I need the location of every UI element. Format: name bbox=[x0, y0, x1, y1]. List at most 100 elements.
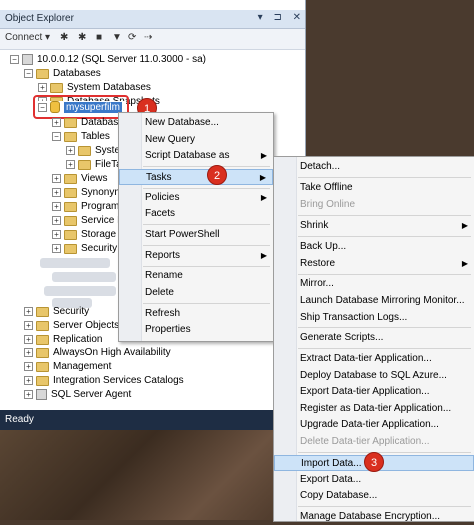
tree-node-integration-services[interactable]: + Integration Services Catalogs bbox=[24, 375, 184, 389]
tree-node-sql-server-agent[interactable]: + SQL Server Agent bbox=[24, 389, 131, 403]
menu-item-new-query[interactable]: New Query bbox=[119, 132, 273, 148]
tree-node-service-broker[interactable]: + Service B bbox=[52, 215, 124, 229]
tree-node-synonyms[interactable]: + Synonym bbox=[52, 187, 123, 201]
menu-item-properties[interactable]: Properties bbox=[119, 322, 273, 338]
tree-node-server-objects[interactable]: + Server Objects bbox=[24, 320, 119, 334]
status-text: Ready bbox=[5, 414, 34, 425]
menu-item-policies[interactable]: Policies ▶ bbox=[119, 190, 273, 206]
refresh-icon[interactable]: ⟳ bbox=[128, 32, 136, 43]
close-icon[interactable]: ✕ bbox=[293, 12, 301, 23]
menu-item-upgrade-data-tier[interactable]: Upgrade Data-tier Application... bbox=[274, 417, 474, 433]
folder-icon bbox=[64, 229, 77, 240]
expand-icon[interactable]: + bbox=[52, 216, 61, 225]
submenu-arrow-icon: ▶ bbox=[260, 251, 267, 260]
menu-item-refresh[interactable]: Refresh bbox=[119, 306, 273, 322]
menu-item-bring-online[interactable]: Bring Online bbox=[274, 197, 474, 213]
folder-icon bbox=[64, 201, 77, 212]
tree-node-alwayson[interactable]: + AlwaysOn High Availability bbox=[24, 347, 171, 361]
menu-item-shrink[interactable]: Shrink ▶ bbox=[274, 218, 474, 234]
blurred-item bbox=[52, 272, 116, 282]
object-explorer-title: Object Explorer bbox=[5, 13, 74, 24]
menu-item-export-data[interactable]: Export Data... bbox=[274, 472, 474, 488]
expand-icon[interactable]: + bbox=[24, 376, 33, 385]
stop-icon[interactable]: ■ bbox=[96, 32, 102, 43]
expand-icon[interactable]: + bbox=[52, 244, 61, 253]
menu-item-ship-transaction-logs[interactable]: Ship Transaction Logs... bbox=[274, 310, 474, 326]
expand-icon[interactable]: + bbox=[24, 321, 33, 330]
tree-node-security[interactable]: + Security bbox=[24, 306, 89, 320]
menu-item-register-data-tier[interactable]: Register as Data-tier Application... bbox=[274, 401, 474, 417]
expand-icon[interactable]: + bbox=[52, 188, 61, 197]
tree-node-storage[interactable]: + Storage bbox=[52, 229, 116, 243]
tree-node-replication[interactable]: + Replication bbox=[24, 334, 102, 348]
menu-item-delete[interactable]: Delete bbox=[119, 285, 273, 301]
blurred-item bbox=[44, 286, 116, 296]
tree-node-management[interactable]: + Management bbox=[24, 361, 111, 375]
status-bar: Ready bbox=[0, 410, 305, 430]
expand-icon[interactable]: + bbox=[66, 146, 75, 155]
expand-icon[interactable]: + bbox=[52, 202, 61, 211]
menu-item-reports[interactable]: Reports ▶ bbox=[119, 248, 273, 264]
folder-icon bbox=[64, 187, 77, 198]
tree-node-databases[interactable]: − Databases bbox=[24, 68, 101, 82]
folder-icon bbox=[64, 215, 77, 226]
menu-item-start-powershell[interactable]: Start PowerShell bbox=[119, 227, 273, 243]
folder-icon bbox=[64, 173, 77, 184]
menu-item-detach[interactable]: Detach... bbox=[274, 159, 474, 175]
disconnect-icon[interactable]: ✱ bbox=[78, 32, 86, 43]
menu-item-tasks[interactable]: Tasks ▶ bbox=[119, 169, 273, 185]
expand-icon[interactable]: + bbox=[24, 390, 33, 399]
expand-icon[interactable]: + bbox=[24, 335, 33, 344]
tree-node-views[interactable]: + Views bbox=[52, 173, 108, 187]
server-icon bbox=[22, 54, 33, 65]
collapse-icon[interactable]: − bbox=[24, 69, 33, 78]
collapse-icon[interactable]: − bbox=[10, 55, 19, 64]
submenu-arrow-icon: ▶ bbox=[260, 151, 267, 160]
pin-dropdown-icon[interactable]: ▾ bbox=[258, 12, 263, 23]
expand-icon[interactable]: + bbox=[24, 348, 33, 357]
expand-icon[interactable]: + bbox=[24, 362, 33, 371]
expand-icon[interactable]: + bbox=[52, 230, 61, 239]
folder-icon bbox=[36, 306, 49, 317]
menu-item-deploy-sql-azure[interactable]: Deploy Database to SQL Azure... bbox=[274, 368, 474, 384]
tree-node-filetables[interactable]: + FileTa bbox=[66, 159, 122, 173]
expand-icon[interactable]: + bbox=[38, 83, 47, 92]
menu-item-manage-encryption[interactable]: Manage Database Encryption... bbox=[274, 509, 474, 525]
menu-item-facets[interactable]: Facets bbox=[119, 206, 273, 222]
tree-node-programmability[interactable]: + Program bbox=[52, 201, 119, 215]
menu-item-launch-mirroring-monitor[interactable]: Launch Database Mirroring Monitor... bbox=[274, 293, 474, 309]
menu-item-take-offline[interactable]: Take Offline bbox=[274, 180, 474, 196]
menu-item-rename[interactable]: Rename bbox=[119, 268, 273, 284]
pin-icon[interactable]: ⊐ bbox=[273, 12, 281, 23]
menu-item-mirror[interactable]: Mirror... bbox=[274, 276, 474, 292]
expand-icon[interactable]: + bbox=[52, 118, 61, 127]
expand-icon[interactable]: + bbox=[66, 160, 75, 169]
tree-node-server[interactable]: −10.0.0.12 (SQL Server 11.0.3000 - sa) bbox=[10, 54, 206, 68]
activity-icon[interactable]: ⇢ bbox=[144, 32, 152, 43]
menu-item-copy-database[interactable]: Copy Database... bbox=[274, 488, 474, 504]
menu-item-extract-data-tier[interactable]: Extract Data-tier Application... bbox=[274, 351, 474, 367]
menu-item-generate-scripts[interactable]: Generate Scripts... bbox=[274, 330, 474, 346]
filter-icon[interactable]: ▼ bbox=[112, 32, 122, 43]
expand-icon[interactable]: + bbox=[24, 307, 33, 316]
folder-icon bbox=[78, 145, 91, 156]
collapse-icon[interactable]: − bbox=[52, 132, 61, 141]
menu-item-export-data-tier[interactable]: Export Data-tier Application... bbox=[274, 384, 474, 400]
expand-icon[interactable]: + bbox=[52, 174, 61, 183]
folder-icon bbox=[36, 334, 49, 345]
menu-item-delete-data-tier[interactable]: Delete Data-tier Application... bbox=[274, 434, 474, 450]
connect-button[interactable]: Connect ▾ bbox=[5, 32, 50, 43]
folder-icon bbox=[36, 375, 49, 386]
tree-node-tables[interactable]: − Tables bbox=[52, 131, 110, 145]
menu-item-back-up[interactable]: Back Up... bbox=[274, 239, 474, 255]
menu-item-restore[interactable]: Restore ▶ bbox=[274, 256, 474, 272]
folder-icon bbox=[64, 243, 77, 254]
menu-item-new-database[interactable]: New Database... bbox=[119, 115, 273, 131]
connect-object-icon[interactable]: ✱ bbox=[60, 32, 68, 43]
step-badge-2: 2 bbox=[207, 165, 227, 185]
tree-node-system-databases[interactable]: + System Databases bbox=[38, 82, 151, 96]
menu-item-script-database-as[interactable]: Script Database as ▶ bbox=[119, 148, 273, 164]
folder-icon bbox=[78, 159, 91, 170]
context-menu: New Database... New Query Script Databas… bbox=[118, 112, 274, 342]
tree-node-db-security[interactable]: + Security bbox=[52, 243, 117, 257]
